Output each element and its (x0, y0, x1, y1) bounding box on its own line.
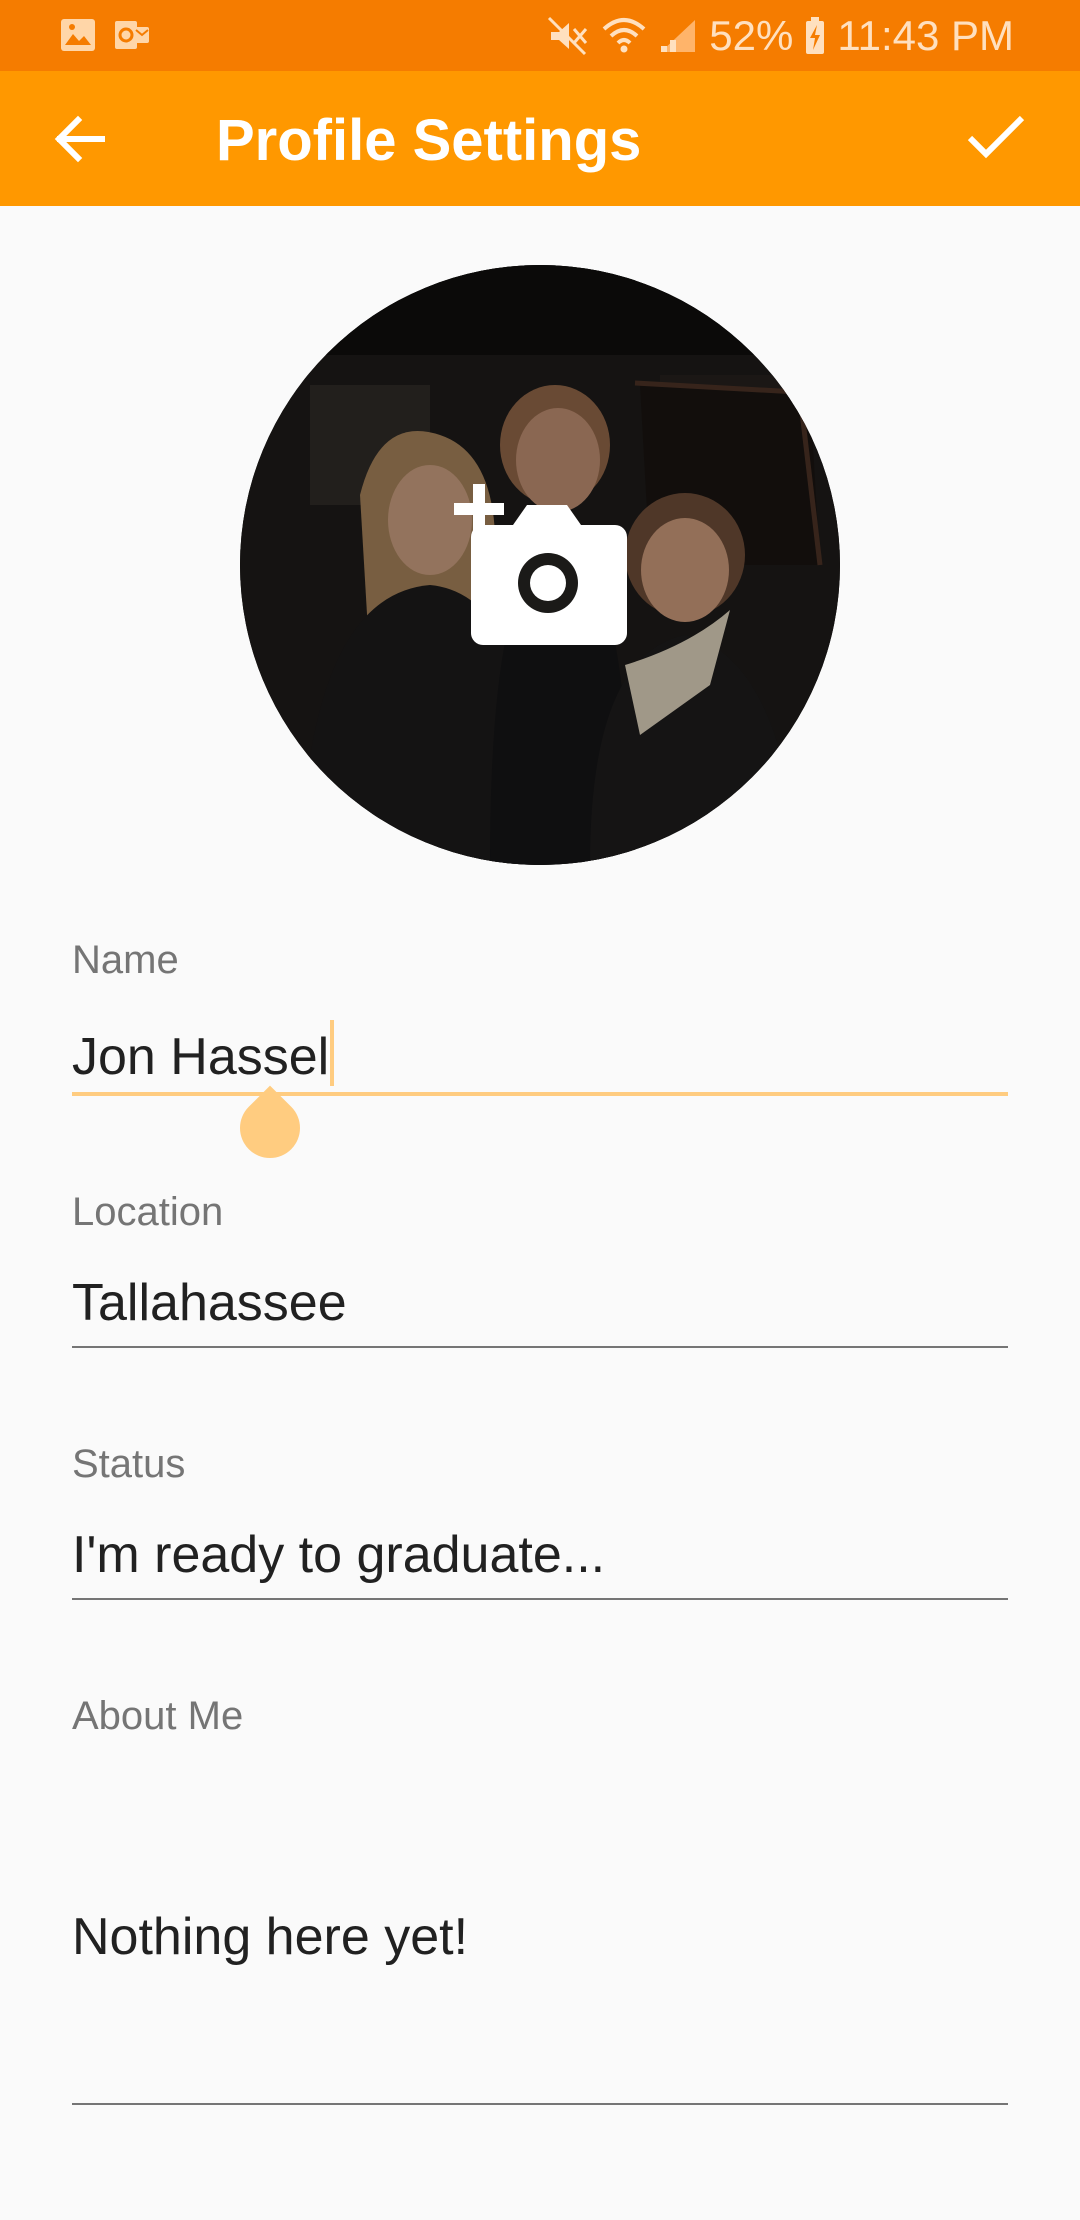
status-field[interactable]: Status I'm ready to graduate... (72, 1440, 1008, 1600)
name-label: Name (72, 938, 179, 982)
battery-charging-icon (805, 16, 825, 55)
about-me-label: About Me (72, 1694, 244, 1738)
location-underline (72, 1346, 1008, 1348)
about-me-input[interactable]: Nothing here yet! (72, 1906, 468, 1968)
status-underline (72, 1598, 1008, 1600)
about-me-underline (72, 2103, 1008, 2105)
location-field[interactable]: Location Tallahassee (72, 1188, 1008, 1348)
change-photo-button[interactable] (440, 475, 640, 655)
name-value: Jon Hassel (72, 1028, 330, 1086)
page-title: Profile Settings (216, 108, 642, 173)
location-label: Location (72, 1190, 224, 1234)
system-status: 52% 11:43 PM (547, 0, 1014, 71)
status-bar: 52% 11:43 PM (0, 0, 1080, 71)
name-input[interactable]: Jon Hassel (72, 1020, 335, 1088)
wifi-icon (601, 17, 647, 55)
signal-icon (659, 18, 697, 54)
notification-icons (60, 18, 150, 52)
add-photo-camera-icon (454, 484, 627, 645)
save-button[interactable] (964, 107, 1034, 167)
name-field[interactable]: Name Jon Hassel (72, 936, 1008, 1096)
gallery-icon (61, 19, 95, 51)
text-cursor (330, 1020, 335, 1086)
outlook-icon (115, 21, 149, 49)
clock: 11:43 PM (837, 11, 1014, 59)
arrow-back-icon (54, 115, 105, 163)
check-icon (967, 115, 1025, 159)
back-button[interactable] (50, 109, 120, 169)
mute-icon (547, 16, 589, 56)
status-label: Status (72, 1442, 186, 1486)
battery-percent: 52% (709, 11, 794, 59)
app-bar: Profile Settings (0, 71, 1080, 206)
text-cursor-handle[interactable] (227, 1085, 313, 1171)
about-me-field[interactable]: About Me Nothing here yet! (72, 1692, 1008, 2110)
name-underline (72, 1092, 1008, 1096)
location-input[interactable]: Tallahassee (72, 1272, 347, 1334)
status-input[interactable]: I'm ready to graduate... (72, 1524, 605, 1586)
